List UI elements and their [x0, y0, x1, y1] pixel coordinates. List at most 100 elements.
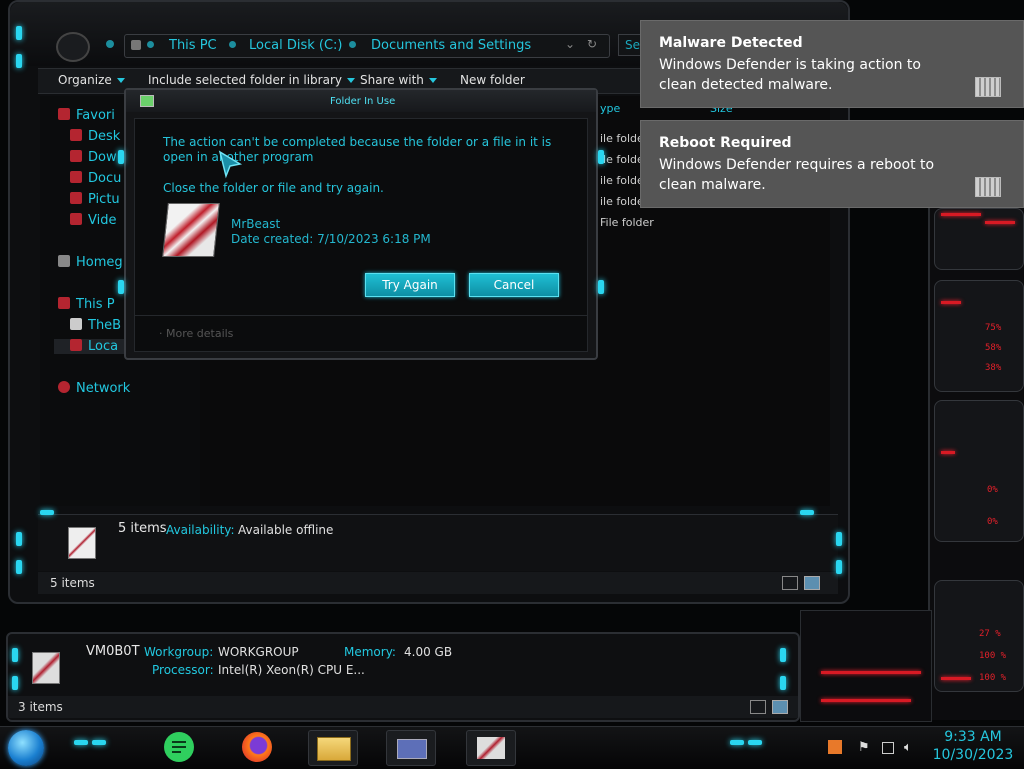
column-header-type[interactable]: ype [600, 102, 620, 115]
try-again-button[interactable]: Try Again [365, 273, 455, 297]
clock-time: 9:33 AM [944, 729, 1002, 745]
nav-this-pc[interactable]: This P [58, 297, 115, 312]
taskbar-notes-app[interactable] [156, 730, 204, 764]
file-type-cell: File folder [600, 216, 654, 229]
hud-value: 100 % [979, 651, 1007, 661]
documents-icon [70, 171, 82, 183]
organize-menu[interactable]: Organize [58, 73, 125, 87]
toast-title: Malware Detected [659, 35, 803, 51]
folder-in-use-dialog: Folder In Use The action can't be comple… [118, 88, 604, 360]
workgroup-value: WORKGROUP [218, 645, 299, 659]
details-count: 5 items [118, 521, 167, 536]
breadcrumb-documents-settings[interactable]: Documents and Settings [371, 38, 531, 53]
windows-defender-wall-icon [975, 77, 1001, 97]
processor-value: Intel(R) Xeon(R) CPU E... [218, 663, 365, 677]
nav-desktop[interactable]: Desk [70, 129, 120, 144]
desktop-icon [70, 129, 82, 141]
taskbar-control-panel[interactable] [386, 730, 436, 766]
notes-app-icon [164, 732, 194, 762]
hud-value: 58% [985, 343, 1002, 353]
large-icons-view-icon[interactable] [804, 576, 820, 590]
notification-icon[interactable] [828, 740, 842, 754]
more-details-toggle[interactable]: · More details [159, 327, 233, 340]
dialog-instruction: Close the folder or file and try again. [163, 181, 384, 195]
dialog-app-icon [140, 95, 154, 107]
availability-label: Availability: [166, 523, 235, 537]
folder-icon [162, 203, 220, 257]
start-button[interactable] [8, 730, 44, 766]
videos-icon [70, 213, 82, 225]
flag-icon[interactable]: ⚑ [858, 740, 872, 755]
nav-thebox[interactable]: TheB [70, 318, 121, 333]
dialog-titlebar[interactable]: Folder In Use [126, 90, 596, 112]
item-name: MrBeast [231, 217, 281, 231]
download-icon [70, 150, 82, 162]
nav-favorites[interactable]: Favori [58, 108, 115, 123]
large-icons-view-icon[interactable] [772, 700, 788, 714]
drive-icon [70, 318, 82, 330]
star-icon [58, 108, 70, 120]
nav-documents[interactable]: Docu [70, 171, 121, 186]
folder-icon [131, 40, 141, 50]
nav-network[interactable]: Network [58, 381, 130, 396]
availability-value: Available offline [238, 523, 334, 537]
back-forward-orb[interactable] [56, 32, 90, 62]
details-pane: 5 items Availability: Available offline [38, 514, 838, 571]
nav-videos[interactable]: Vide [70, 213, 116, 228]
new-folder-button[interactable]: New folder [460, 73, 525, 87]
homegroup-icon [58, 255, 70, 267]
toast-reboot-required[interactable]: Reboot Required Windows Defender require… [640, 120, 1024, 208]
drive-icon [70, 339, 82, 351]
nav-homegroup[interactable]: Homeg [58, 255, 123, 270]
computer-name: VM0B0T [86, 644, 140, 659]
taskbar-computer[interactable] [466, 730, 516, 766]
computer-icon [58, 297, 70, 309]
system-monitor-gadget: 75% 58% 38% 0% 0% 27 % 100 % 100 % [928, 200, 1024, 720]
hud-value: 75% [985, 323, 1002, 333]
hud-value: 0% [987, 485, 998, 495]
toast-message: Windows Defender requires a reboot to cl… [659, 157, 935, 193]
taskbar-clock[interactable]: 9:33 AM 10/30/2023 [928, 728, 1018, 764]
hud-panel: 27 % 100 % 100 % [934, 580, 1024, 692]
network-icon[interactable] [882, 742, 894, 754]
share-with-menu[interactable]: Share with [360, 73, 437, 87]
details-view-icon[interactable] [750, 700, 766, 714]
hud-panel [934, 208, 1024, 270]
chevron-down-icon[interactable]: ⌄ [565, 37, 575, 51]
toast-malware-detected[interactable]: Malware Detected Windows Defender is tak… [640, 20, 1024, 108]
status-item-count: 5 items [50, 576, 95, 590]
nav-downloads[interactable]: Dow [70, 150, 117, 165]
status-bar: 5 items [38, 572, 838, 594]
status-bar: 3 items [8, 696, 798, 718]
details-view-icon[interactable] [782, 576, 798, 590]
hud-value: 27 % [979, 629, 1001, 639]
memory-value: 4.00 GB [404, 645, 453, 659]
this-pc-window: VM0B0T Workgroup: WORKGROUP Memory: 4.00… [6, 632, 800, 722]
hud-panel: 0% 0% [934, 400, 1024, 542]
nav-pictures[interactable]: Pictu [70, 192, 120, 207]
taskbar-firefox[interactable] [234, 730, 282, 764]
item-date-created: Date created: 7/10/2023 6:18 PM [231, 232, 431, 246]
workgroup-label: Workgroup: [144, 645, 214, 659]
pictures-icon [70, 192, 82, 204]
computer-icon [477, 737, 505, 759]
hud-value: 38% [985, 363, 1002, 373]
hud-value: 100 % [979, 673, 1007, 683]
hud-value: 0% [987, 517, 998, 527]
volume-icon[interactable]: 🔈︎ [904, 740, 918, 755]
breadcrumb-this-pc[interactable]: This PC [169, 38, 217, 53]
address-bar[interactable]: This PC Local Disk (C:) Documents and Se… [124, 34, 610, 58]
mouse-cursor-icon [218, 150, 243, 179]
taskbar-file-explorer[interactable] [308, 730, 358, 766]
toast-message: Windows Defender is taking action to cle… [659, 57, 921, 93]
cancel-button[interactable]: Cancel [469, 273, 559, 297]
include-library-menu[interactable]: Include selected folder in library [148, 73, 355, 87]
refresh-icon[interactable]: ↻ [587, 37, 597, 51]
recent-pages-icon[interactable] [106, 40, 114, 48]
status-item-count: 3 items [18, 700, 63, 714]
folder-stack-icon [68, 527, 96, 559]
toast-title: Reboot Required [659, 135, 792, 151]
control-panel-icon [397, 739, 427, 759]
dialog-body: The action can't be completed because th… [134, 118, 588, 352]
breadcrumb-local-disk[interactable]: Local Disk (C:) [249, 38, 342, 53]
